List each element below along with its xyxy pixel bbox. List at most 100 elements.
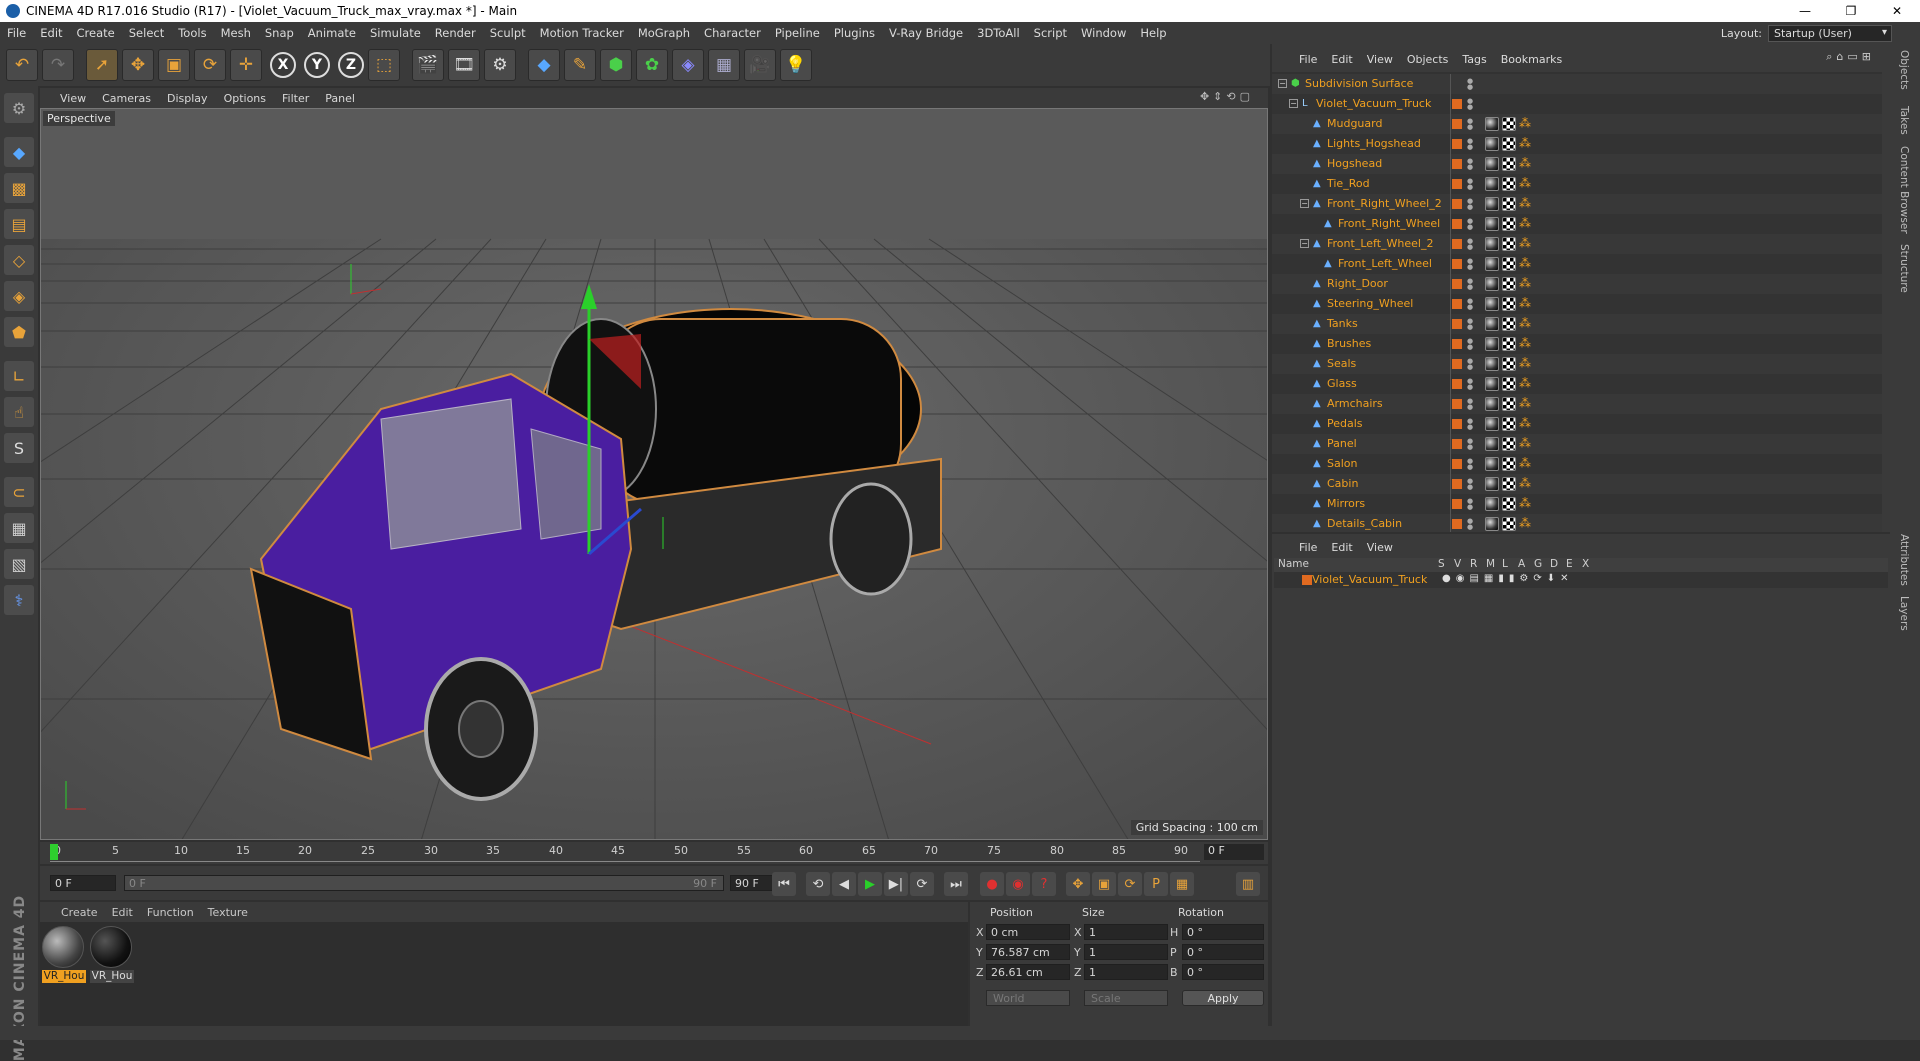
render-settings-icon[interactable]: ⚙ [484,49,516,81]
visibility-dots-icon[interactable]: ● ● [1467,418,1473,431]
menu-simulate[interactable]: Simulate [363,26,428,40]
goto-start-icon[interactable]: ⏮ [772,872,796,896]
timeline-ruler[interactable]: 0 5 10 15 20 25 30 35 40 45 50 55 60 65 … [40,842,1268,864]
minimize-button[interactable]: — [1782,0,1828,22]
material-tag-icon[interactable] [1485,277,1499,291]
object-name[interactable]: Front_Left_Wheel [1338,257,1432,270]
material-menu-texture[interactable]: Texture [201,906,255,919]
layer-color-icon[interactable] [1452,99,1462,109]
object-row[interactable]: ▲ Glass ● ● ⁂ [1272,374,1882,394]
keyframe-selection-icon[interactable]: ? [1032,872,1056,896]
material-tag-icon[interactable] [1485,117,1499,131]
y-axis-lock-icon[interactable]: Y [304,52,330,78]
object-row[interactable]: ▲ Tanks ● ● ⁂ [1272,314,1882,334]
z-axis-lock-icon[interactable]: Z [338,52,364,78]
tab-takes[interactable]: Takes [1898,106,1910,135]
texture-tag-icon[interactable] [1502,397,1516,411]
current-frame-input[interactable]: 0 F [50,875,116,891]
phong-tag-icon[interactable]: ⁂ [1519,457,1533,471]
rotate-icon[interactable]: ⟳ [194,49,226,81]
layer-toggle-icons[interactable]: ●◉▤▦▮▮⚙⟳⬇✕ [1442,573,1573,584]
perspective-viewport[interactable]: Perspective Grid Spacing : 100 cm [40,108,1268,840]
pos-z-input[interactable]: 26.61 cm [986,964,1070,980]
texture-tag-icon[interactable] [1502,217,1516,231]
step-forward-icon[interactable]: ▶| [884,872,908,896]
object-name[interactable]: Seals [1327,357,1356,370]
layer-color-icon[interactable] [1452,359,1462,369]
material-tag-icon[interactable] [1485,217,1499,231]
tweak-mode-icon[interactable]: ☝ [4,397,34,427]
size-y-input[interactable]: 1 [1084,944,1168,960]
object-row[interactable]: − ▲ Front_Right_Wheel_2 ● ● ⁂ [1272,194,1882,214]
key-scale-icon[interactable]: ▣ [1092,872,1116,896]
texture-tag-icon[interactable] [1502,337,1516,351]
cloner-icon[interactable]: ✿ [636,49,668,81]
texture-tag-icon[interactable] [1502,157,1516,171]
menu-3dtoall[interactable]: 3DToAll [970,26,1027,40]
key-parameter-icon[interactable]: P [1144,872,1168,896]
object-row[interactable]: ▲ Lights_Hogshead ● ● ⁂ [1272,134,1882,154]
phong-tag-icon[interactable]: ⁂ [1519,117,1533,131]
object-row[interactable]: ▲ Hogshead ● ● ⁂ [1272,154,1882,174]
object-name[interactable]: Front_Right_Wheel_2 [1327,197,1442,210]
material-tag-icon[interactable] [1485,517,1499,531]
visibility-dots-icon[interactable]: ● ● [1467,118,1473,131]
object-name[interactable]: Panel [1327,437,1357,450]
visibility-dots-icon[interactable]: ● ● [1467,338,1473,351]
key-pla-icon[interactable]: ▦ [1170,872,1194,896]
menu-window[interactable]: Window [1074,26,1133,40]
object-name[interactable]: Pedals [1327,417,1363,430]
menu-file[interactable]: File [0,26,33,40]
object-row[interactable]: ▲ Pedals ● ● ⁂ [1272,414,1882,434]
material-tag-icon[interactable] [1485,237,1499,251]
frame-range-slider[interactable]: 0 F 90 F [124,875,724,891]
phong-tag-icon[interactable]: ⁂ [1519,257,1533,271]
layer-name[interactable]: Violet_Vacuum_Truck [1312,573,1427,586]
workplane-lock-icon[interactable]: ▦ [4,513,34,543]
move-icon[interactable]: ✥ [122,49,154,81]
subdivision-icon[interactable]: ⬢ [600,49,632,81]
visibility-dots-icon[interactable]: ● ● [1467,138,1473,151]
layer-color-icon[interactable] [1452,219,1462,229]
object-row[interactable]: ▲ Salon ● ● ⁂ [1272,454,1882,474]
object-row[interactable]: ▲ Front_Left_Wheel ● ● ⁂ [1272,254,1882,274]
viewport-menu-view[interactable]: View [52,92,94,105]
planar-workplane-icon[interactable]: ▧ [4,549,34,579]
material-swatch[interactable]: VR_Hou [90,926,134,984]
material-menu-edit[interactable]: Edit [105,906,140,919]
axis-mode-icon[interactable]: ∟ [4,361,34,391]
expand-toggle-icon[interactable]: − [1278,79,1287,88]
layer-color-icon[interactable] [1452,459,1462,469]
autokey-icon[interactable]: ◉ [1006,872,1030,896]
texture-tag-icon[interactable] [1502,197,1516,211]
python-icon[interactable]: ⚕ [4,585,34,615]
undo-icon[interactable]: ↶ [6,49,38,81]
visibility-dots-icon[interactable]: ● ● [1467,298,1473,311]
redo-icon[interactable]: ↷ [42,49,74,81]
coordinate-system-icon[interactable]: ⬚ [368,49,400,81]
layer-color-icon[interactable] [1452,379,1462,389]
menu-animate[interactable]: Animate [301,26,363,40]
object-name[interactable]: Brushes [1327,337,1371,350]
phong-tag-icon[interactable]: ⁂ [1519,417,1533,431]
workplane-icon[interactable]: ▤ [4,209,34,239]
menu-script[interactable]: Script [1027,26,1074,40]
layer-color-icon[interactable] [1452,119,1462,129]
phong-tag-icon[interactable]: ⁂ [1519,297,1533,311]
object-name[interactable]: Salon [1327,457,1357,470]
menu-mesh[interactable]: Mesh [214,26,258,40]
phong-tag-icon[interactable]: ⁂ [1519,477,1533,491]
visibility-dots-icon[interactable]: ● ● [1467,178,1473,191]
texture-tag-icon[interactable] [1502,417,1516,431]
texture-tag-icon[interactable] [1502,377,1516,391]
object-row[interactable]: ▲ Mirrors ● ● ⁂ [1272,494,1882,514]
menu-pipeline[interactable]: Pipeline [768,26,827,40]
object-name[interactable]: Tanks [1327,317,1358,330]
layer-color-swatch[interactable] [1302,575,1312,585]
material-tag-icon[interactable] [1485,477,1499,491]
material-tag-icon[interactable] [1485,357,1499,371]
close-button[interactable]: ✕ [1874,0,1920,22]
texture-tag-icon[interactable] [1502,177,1516,191]
layout-dropdown[interactable]: Startup (User) [1768,24,1892,42]
menu-snap[interactable]: Snap [258,26,301,40]
